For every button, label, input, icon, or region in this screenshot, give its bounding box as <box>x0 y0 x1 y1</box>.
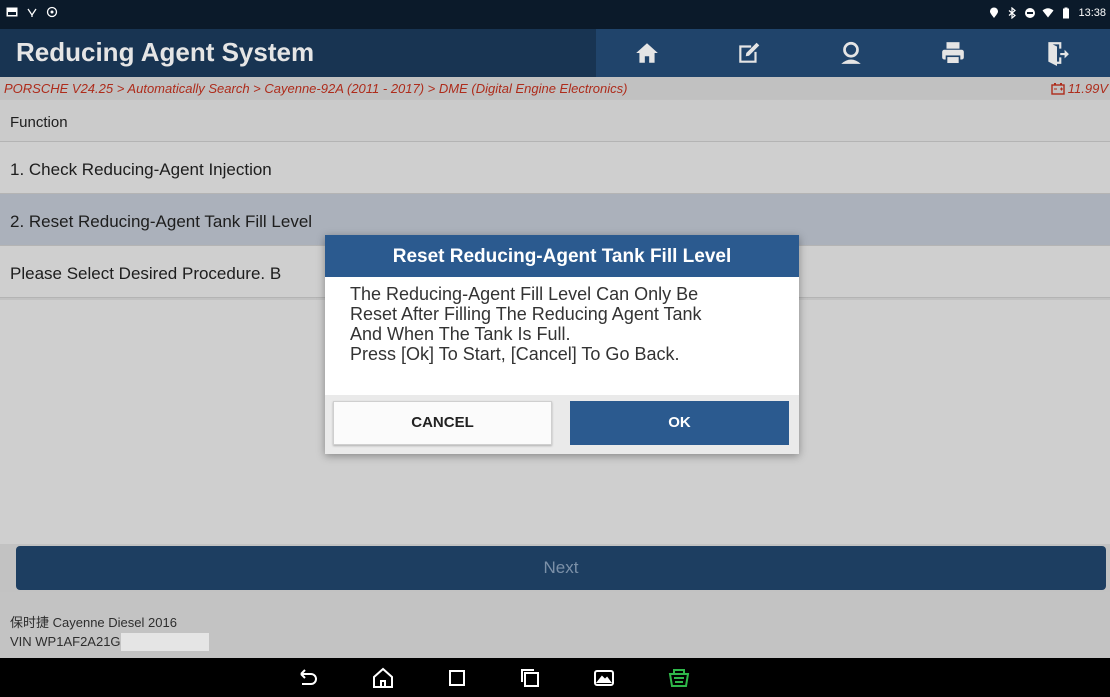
location-icon <box>990 7 999 18</box>
dialog-message-line: Reset After Filling The Reducing Agent T… <box>350 304 702 324</box>
home-nav-button[interactable] <box>371 666 395 690</box>
image-notification-icon <box>6 7 18 17</box>
multiwindow-icon <box>521 669 539 687</box>
status-left-icons <box>6 6 58 18</box>
dialog-message-line: Press [Ok] To Start, [Cancel] To Go Back… <box>350 344 680 364</box>
system-nav-bar <box>0 658 1110 697</box>
status-time: 13:38 <box>1078 7 1106 19</box>
vci-connector-icon <box>668 669 690 687</box>
screenshot-button[interactable] <box>592 666 616 690</box>
cancel-button[interactable]: CANCEL <box>333 401 552 445</box>
multiwindow-button[interactable] <box>518 666 542 690</box>
screenshot-icon <box>594 670 614 686</box>
status-right-icons: 13:38 <box>988 7 1106 19</box>
vci-connector-button[interactable] <box>667 666 691 690</box>
reset-fill-level-dialog: Reset Reducing-Agent Tank Fill Level The… <box>325 235 799 454</box>
dialog-message-line: The Reducing-Agent Fill Level Can Only B… <box>350 284 699 304</box>
dialog-footer: CANCEL OK <box>325 395 799 454</box>
back-button[interactable] <box>295 666 319 690</box>
do-not-disturb-icon <box>1025 8 1036 18</box>
dialog-message-line: And When The Tank Is Full. <box>350 324 571 344</box>
battery-icon <box>1063 7 1070 19</box>
settings-gear-icon <box>46 6 58 18</box>
back-icon <box>300 669 317 685</box>
usb-icon <box>27 8 37 17</box>
dialog-title: Reset Reducing-Agent Tank Fill Level <box>325 235 799 277</box>
status-bar: 13:38 <box>0 0 1110 29</box>
wifi-icon <box>1042 8 1054 18</box>
recents-icon <box>449 670 465 686</box>
ok-button[interactable]: OK <box>570 401 789 445</box>
dialog-message: The Reducing-Agent Fill Level Can Only B… <box>350 284 780 364</box>
recents-button[interactable] <box>445 666 469 690</box>
bluetooth-icon <box>1009 7 1017 19</box>
home-icon <box>373 667 393 688</box>
